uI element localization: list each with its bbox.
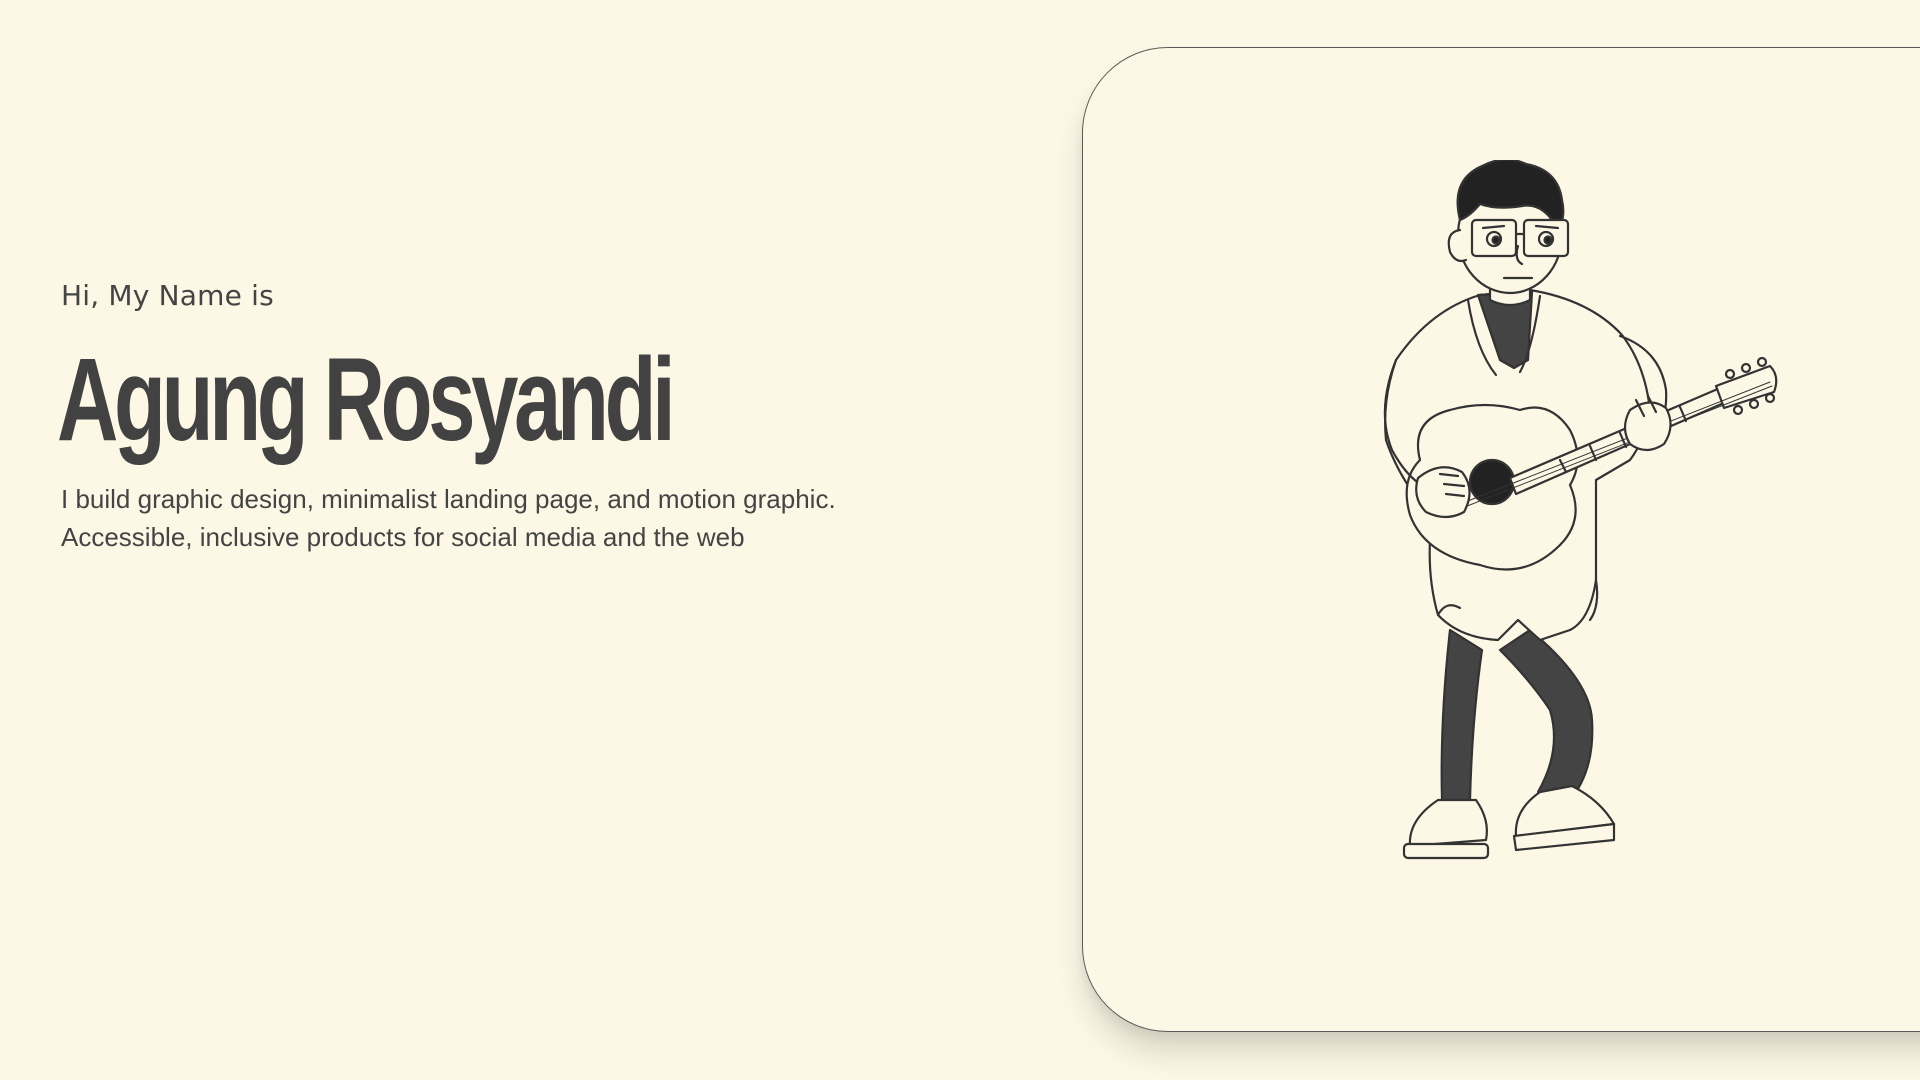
greeting-text: Hi, My Name is <box>61 279 274 312</box>
guitarist-illustration-icon <box>1383 160 1778 860</box>
tagline-line-2: Accessible, inclusive products for socia… <box>61 522 745 552</box>
hero-section: Hi, My Name is Agung Rosyandi I build gr… <box>0 0 1920 1080</box>
intro-text: Hi, My Name is Agung Rosyandi I build gr… <box>57 276 961 556</box>
hero-tagline: I build graphic design, minimalist landi… <box>61 480 961 556</box>
hero-name-heading: Agung Rosyandi <box>57 334 676 466</box>
tagline-line-1: I build graphic design, minimalist landi… <box>61 484 836 514</box>
